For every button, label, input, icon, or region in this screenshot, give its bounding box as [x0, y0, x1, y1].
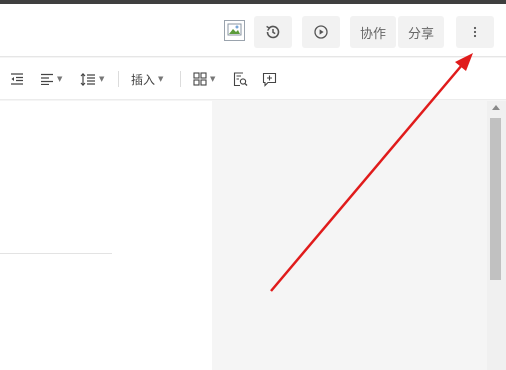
- canvas-margin: [213, 101, 487, 370]
- history-button[interactable]: [254, 16, 292, 48]
- collaborate-label: 协作: [359, 26, 386, 42]
- insert-dropdown[interactable]: 插入 ▼: [131, 70, 163, 88]
- header-bar: 协作 分享: [0, 4, 506, 57]
- broken-image-icon: [227, 23, 242, 36]
- play-icon: [314, 25, 328, 39]
- vertical-scrollbar[interactable]: [487, 101, 506, 370]
- find-button[interactable]: [233, 70, 248, 88]
- more-vertical-icon: [473, 26, 477, 38]
- scrollbar-thumb[interactable]: [490, 118, 501, 280]
- play-button[interactable]: [302, 16, 340, 48]
- chevron-down-icon: ▼: [158, 75, 164, 83]
- format-toolbar: ▼ ▼ 插入 ▼ ▼: [0, 58, 506, 100]
- insert-label: 插入: [131, 72, 156, 87]
- collaborate-button[interactable]: 协作: [350, 16, 396, 48]
- add-comment-icon: [262, 72, 277, 87]
- scroll-up-icon[interactable]: [492, 105, 500, 110]
- avatar[interactable]: [224, 20, 245, 41]
- grid-dropdown[interactable]: ▼: [193, 70, 215, 88]
- align-dropdown[interactable]: ▼: [40, 70, 62, 88]
- share-label: 分享: [407, 26, 434, 42]
- document-page[interactable]: [0, 101, 212, 370]
- outdent-icon: [11, 73, 23, 85]
- add-comment-button[interactable]: [262, 70, 277, 88]
- align-left-icon: [41, 73, 53, 85]
- outdent-button[interactable]: [10, 70, 24, 88]
- chevron-down-icon: ▼: [99, 75, 105, 83]
- toolbar-divider: [180, 71, 181, 87]
- line-spacing-icon: [80, 72, 95, 86]
- line-spacing-dropdown[interactable]: ▼: [80, 70, 104, 88]
- share-button[interactable]: 分享: [398, 16, 444, 48]
- grid-icon: [193, 72, 207, 86]
- toolbar-divider: [118, 71, 119, 87]
- find-in-page-icon: [233, 71, 248, 86]
- app-window: 协作 分享 ▼ ▼ 插入 ▼ ▼: [0, 0, 506, 370]
- document-divider: [0, 253, 112, 254]
- history-icon: [266, 25, 280, 39]
- chevron-down-icon: ▼: [57, 75, 63, 83]
- more-options-button[interactable]: [456, 16, 494, 48]
- chevron-down-icon: ▼: [210, 75, 216, 83]
